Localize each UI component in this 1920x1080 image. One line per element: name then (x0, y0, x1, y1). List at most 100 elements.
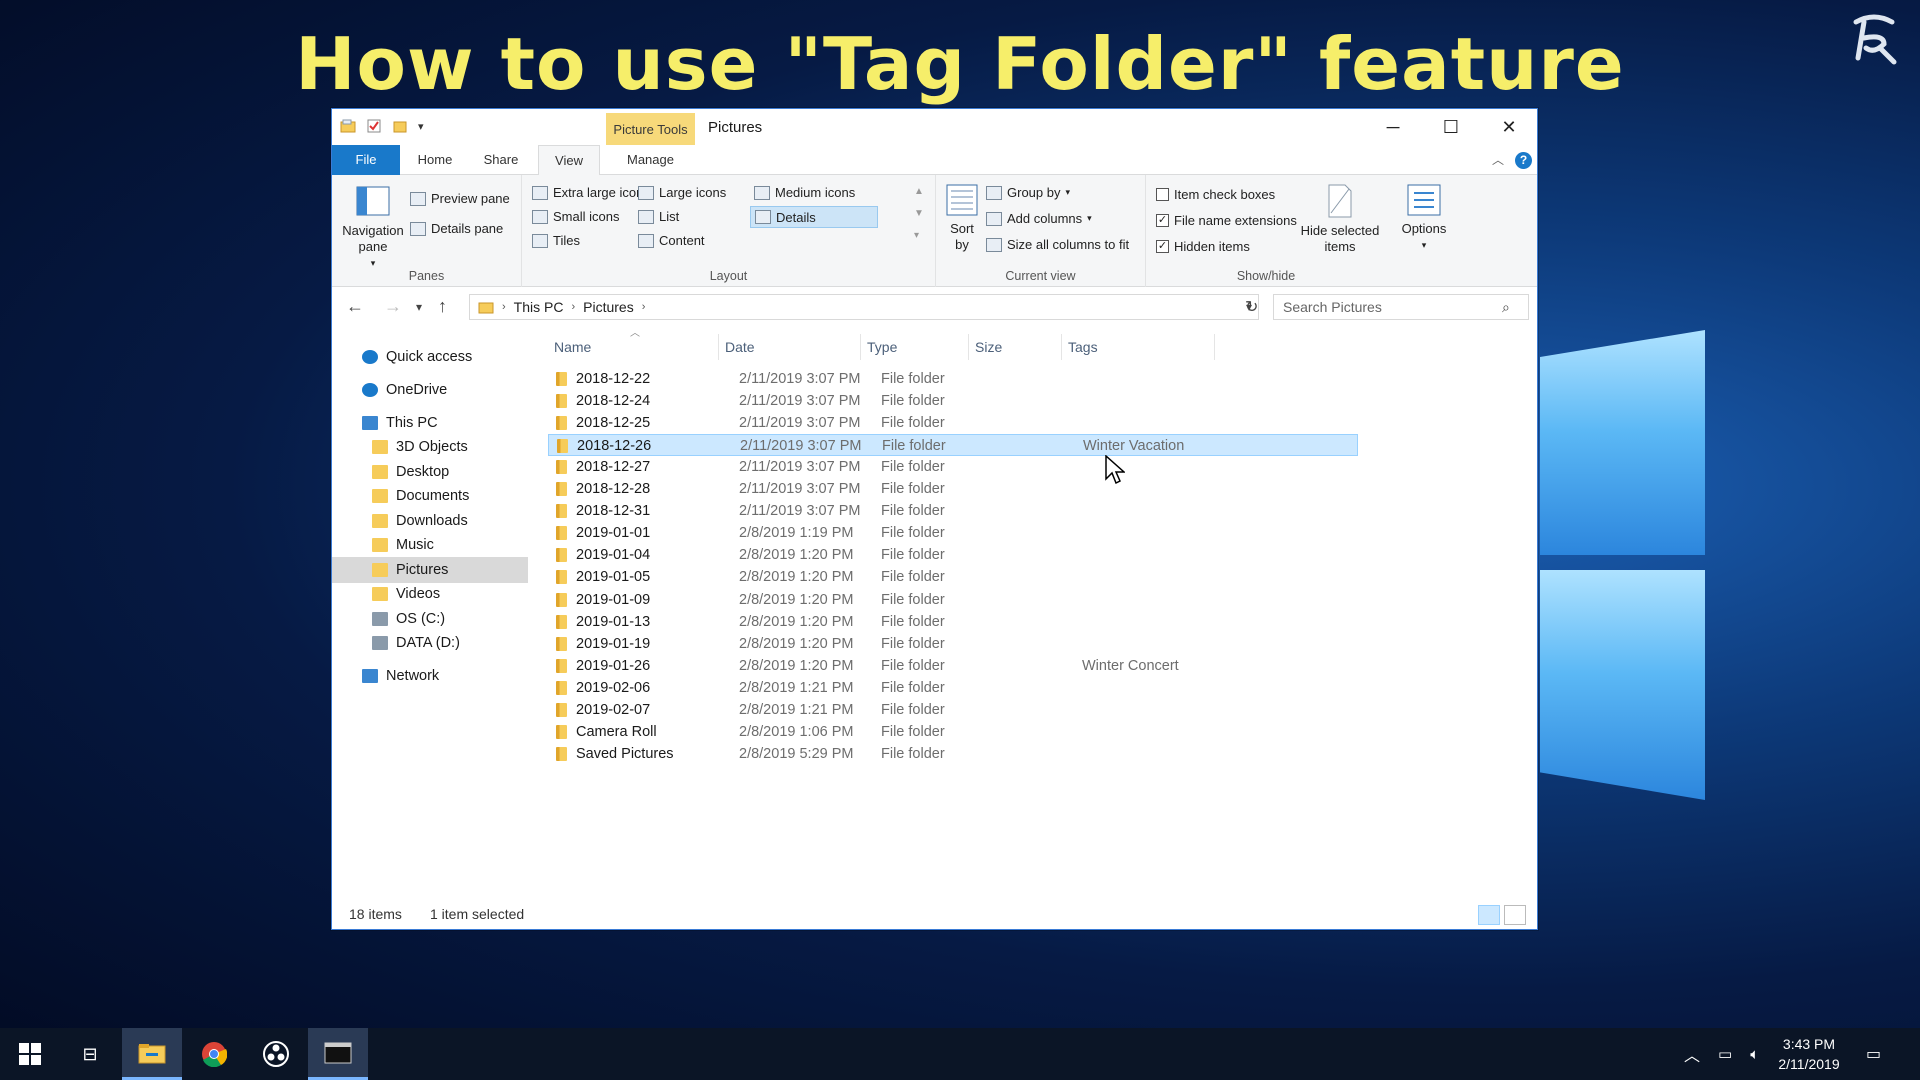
size-all-columns-button[interactable]: Size all columns to fit (986, 237, 1129, 252)
help-icon[interactable]: ? (1515, 152, 1532, 169)
table-row[interactable]: 2018-12-26 2/11/2019 3:07 PM File folder Wi… (548, 434, 1358, 457)
address-breadcrumb[interactable]: › This PC › Pictures › ▾ (469, 294, 1259, 320)
item-check-boxes-toggle[interactable]: Item check boxes (1156, 187, 1275, 202)
table-row[interactable]: 2018-12-25 2/11/2019 3:07 PM File folder (548, 412, 1358, 434)
details-pane-button[interactable]: Details pane (410, 221, 503, 236)
file-name: Camera Roll (576, 723, 657, 740)
up-arrow-icon[interactable]: ↑ (438, 296, 447, 317)
forward-arrow-icon[interactable]: → (384, 296, 402, 317)
large-icons-view-toggle-icon[interactable] (1504, 905, 1526, 925)
search-input[interactable]: Search Pictures (1273, 294, 1529, 320)
nav-item-onedrive[interactable]: OneDrive (362, 377, 447, 403)
options-button[interactable]: Options ▾ (1394, 183, 1454, 253)
file-date: 2/11/2019 3:07 PM (740, 438, 862, 455)
layout-details[interactable]: Details (750, 206, 878, 228)
minimize-button[interactable]: ─ (1364, 109, 1422, 145)
taskbar-obs[interactable] (246, 1028, 306, 1080)
table-row[interactable]: 2018-12-22 2/11/2019 3:07 PM File folder (548, 368, 1358, 390)
table-row[interactable]: 2019-01-09 2/8/2019 1:20 PM File folder (548, 589, 1358, 611)
layout-tiles[interactable]: Tiles (532, 233, 580, 248)
table-row[interactable]: 2019-01-04 2/8/2019 1:20 PM File folder (548, 544, 1358, 566)
column-header-date[interactable]: Date (725, 336, 755, 358)
taskbar-clock[interactable]: 3:43 PM 2/11/2019 (1764, 1034, 1854, 1074)
nav-item-desktop[interactable]: Desktop (372, 459, 449, 485)
layout-scroll-icon[interactable]: ▲ ▼ ▾ (914, 181, 924, 247)
navigation-pane-button[interactable]: Navigation pane ▾ (338, 185, 408, 271)
nav-item-data-d[interactable]: DATA (D:) (372, 630, 460, 656)
table-row[interactable]: 2019-01-05 2/8/2019 1:20 PM File folder (548, 566, 1358, 588)
nav-item-this-pc[interactable]: This PC (362, 410, 438, 436)
layout-medium-icons[interactable]: Medium icons (754, 185, 855, 200)
tab-manage[interactable]: Manage (606, 145, 695, 175)
refresh-icon[interactable]: ↻ (1245, 297, 1258, 317)
layout-content[interactable]: Content (638, 233, 705, 248)
nav-item-3d-objects[interactable]: 3D Objects (372, 434, 468, 460)
tab-file[interactable]: File (332, 145, 400, 175)
table-row[interactable]: 2018-12-27 2/11/2019 3:07 PM File folder (548, 456, 1358, 478)
start-button[interactable] (0, 1028, 60, 1080)
file-name-extensions-toggle[interactable]: ✓ File name extensions (1156, 213, 1297, 228)
sort-by-button[interactable]: Sort by (942, 183, 982, 253)
tray-overflow-icon[interactable]: ︿ (1684, 1042, 1700, 1066)
properties-check-icon[interactable] (366, 118, 382, 134)
table-row[interactable]: Camera Roll 2/8/2019 1:06 PM File folder (548, 721, 1358, 743)
hide-selected-items-button[interactable]: Hide selected items (1298, 183, 1382, 255)
group-by-button[interactable]: Group by ▾ (986, 185, 1070, 200)
hidden-items-toggle[interactable]: ✓ Hidden items (1156, 239, 1250, 254)
nav-item-documents[interactable]: Documents (372, 483, 469, 509)
task-view-button[interactable]: ⊟ (60, 1028, 120, 1080)
customize-qat-icon[interactable]: ▾ (418, 120, 424, 133)
preview-pane-button[interactable]: Preview pane (410, 191, 510, 206)
hidden-items-checkbox[interactable]: ✓ (1156, 240, 1169, 253)
add-columns-button[interactable]: Add columns ▾ (986, 211, 1092, 226)
nav-item-network[interactable]: Network (362, 663, 439, 689)
layout-extra-large-icons[interactable]: Extra large icons (532, 185, 650, 200)
collapse-ribbon-icon[interactable]: ︿ (1492, 151, 1504, 168)
details-view-toggle-icon[interactable] (1478, 905, 1500, 925)
breadcrumb-this-pc[interactable]: This PC (514, 299, 564, 315)
taskbar-chrome[interactable] (184, 1028, 244, 1080)
nav-item-music[interactable]: Music (372, 532, 434, 558)
layout-large-icons[interactable]: Large icons (638, 185, 726, 200)
table-row[interactable]: 2019-01-19 2/8/2019 1:20 PM File folder (548, 633, 1358, 655)
nav-item-quick-access[interactable]: Quick access (362, 344, 472, 370)
layout-list[interactable]: List (638, 209, 679, 224)
column-header-type[interactable]: Type (867, 336, 897, 358)
taskbar-file-explorer[interactable] (122, 1028, 182, 1080)
tab-view[interactable]: View (538, 145, 600, 176)
nav-item-videos[interactable]: Videos (372, 581, 440, 607)
volume-icon[interactable]: 🔈︎ (1750, 1046, 1759, 1063)
file-type: File folder (881, 745, 945, 762)
table-row[interactable]: 2019-02-07 2/8/2019 1:21 PM File folder (548, 699, 1358, 721)
search-icon[interactable]: ⌕ (1502, 299, 1510, 316)
table-row[interactable]: 2019-01-01 2/8/2019 1:19 PM File folder (548, 522, 1358, 544)
tab-share[interactable]: Share (470, 145, 532, 175)
file-name-extensions-checkbox[interactable]: ✓ (1156, 214, 1169, 227)
new-folder-icon[interactable] (392, 118, 408, 134)
table-row[interactable]: 2019-01-26 2/8/2019 1:20 PM File folder Win… (548, 655, 1358, 677)
network-tray-icon[interactable]: ▭ (1718, 1045, 1732, 1063)
tab-home[interactable]: Home (400, 145, 470, 175)
close-button[interactable]: ✕ (1480, 109, 1538, 145)
table-row[interactable]: 2018-12-28 2/11/2019 3:07 PM File folder (548, 478, 1358, 500)
column-header-name[interactable]: Name (554, 336, 591, 358)
nav-item-pictures[interactable]: Pictures (332, 557, 528, 583)
window-title: Pictures (708, 119, 763, 136)
table-row[interactable]: 2019-01-13 2/8/2019 1:20 PM File folder (548, 611, 1358, 633)
table-row[interactable]: 2018-12-24 2/11/2019 3:07 PM File folder (548, 390, 1358, 412)
nav-item-downloads[interactable]: Downloads (372, 508, 468, 534)
layout-small-icons[interactable]: Small icons (532, 209, 619, 224)
table-row[interactable]: 2019-02-06 2/8/2019 1:21 PM File folder (548, 677, 1358, 699)
table-row[interactable]: 2018-12-31 2/11/2019 3:07 PM File folder (548, 500, 1358, 522)
action-center-button[interactable]: ▭ (1866, 1028, 1881, 1080)
column-header-tags[interactable]: Tags (1068, 336, 1098, 358)
back-arrow-icon[interactable]: ← (346, 296, 364, 317)
item-check-boxes-checkbox[interactable] (1156, 188, 1169, 201)
maximize-button[interactable]: ☐ (1422, 109, 1480, 145)
column-header-size[interactable]: Size (975, 336, 1002, 358)
nav-item-os-c[interactable]: OS (C:) (372, 606, 445, 632)
breadcrumb-pictures[interactable]: Pictures (583, 299, 634, 315)
recent-locations-chevron-icon[interactable]: ▾ (416, 300, 422, 314)
table-row[interactable]: Saved Pictures 2/8/2019 5:29 PM File folde… (548, 743, 1358, 765)
taskbar-window-app[interactable] (308, 1028, 368, 1080)
